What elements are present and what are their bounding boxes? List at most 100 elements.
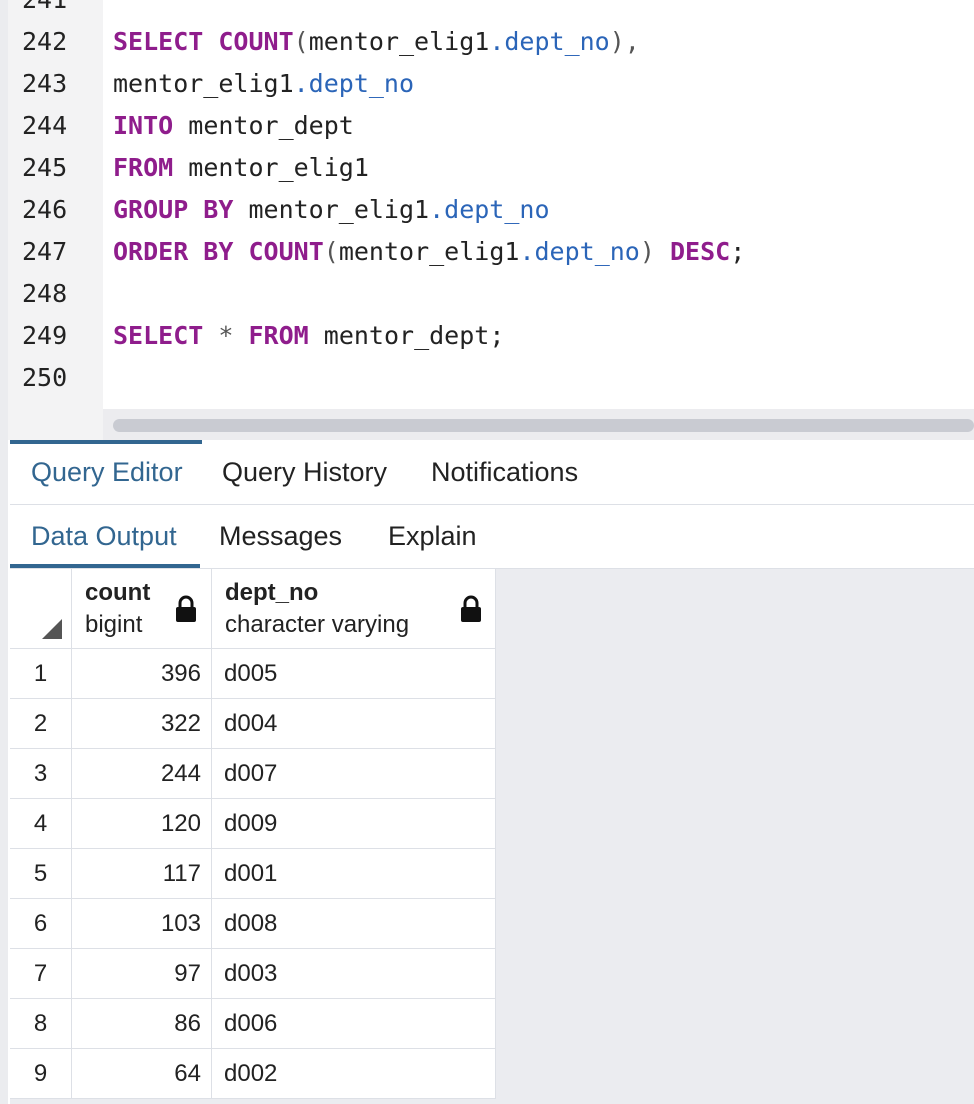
sql-token: mentor_elig1 (338, 237, 520, 266)
sql-token: ), (609, 27, 640, 56)
sql-column-ref: .dept_no (519, 237, 640, 266)
code-text[interactable]: ORDER BY COUNT(mentor_elig1.dept_no) DES… (113, 231, 745, 273)
tab-explain[interactable]: Explain (388, 505, 477, 568)
code-text[interactable]: SELECT * FROM mentor_dept; (113, 315, 504, 357)
code-text[interactable]: mentor_elig1.dept_no (113, 63, 414, 105)
cell-dept-no[interactable]: d006 (212, 999, 496, 1049)
line-number: 247 (22, 237, 68, 266)
line-number: 249 (22, 321, 68, 350)
sql-token: mentor_dept; (308, 321, 505, 350)
sql-keyword: SELECT (113, 27, 204, 56)
line-number: 242 (22, 27, 68, 56)
sql-keyword: ORDER BY (113, 237, 234, 266)
sql-token: ( (323, 237, 339, 266)
query-panel-tabs: Query Editor Query History Notifications (10, 440, 974, 505)
sql-token: mentor_dept (173, 111, 354, 140)
tab-messages[interactable]: Messages (219, 505, 342, 568)
column-header-dept-no[interactable]: dept_no character varying (212, 569, 496, 649)
tab-query-history[interactable]: Query History (222, 440, 387, 504)
cell-count[interactable]: 86 (72, 999, 212, 1049)
sql-token: mentor_elig1 (233, 195, 430, 224)
left-border (0, 0, 8, 1104)
cell-dept-no[interactable]: d005 (212, 649, 496, 699)
cell-count[interactable]: 64 (72, 1049, 212, 1099)
code-text[interactable]: FROM mentor_elig1 (113, 147, 369, 189)
column-type: bigint (85, 611, 143, 638)
line-number: 241 (22, 0, 82, 21)
row-number[interactable]: 9 (10, 1049, 72, 1099)
tab-notifications[interactable]: Notifications (431, 440, 578, 504)
row-number[interactable]: 3 (10, 749, 72, 799)
cell-count[interactable]: 120 (72, 799, 212, 849)
row-number[interactable]: 8 (10, 999, 72, 1049)
sql-keyword: FROM (113, 153, 174, 182)
row-number[interactable]: 6 (10, 899, 72, 949)
line-number: 243 (22, 69, 68, 98)
sql-keyword: COUNT (248, 237, 324, 266)
sql-column-ref: .dept_no (489, 27, 610, 56)
row-number[interactable]: 5 (10, 849, 72, 899)
line-number: 248 (22, 279, 68, 308)
row-number[interactable]: 7 (10, 949, 72, 999)
grid-corner-cell[interactable] (10, 569, 72, 649)
column-type: character varying (225, 611, 410, 638)
active-tab-indicator (10, 564, 200, 568)
sql-keyword: SELECT (113, 321, 204, 350)
sql-token: ; (730, 237, 746, 266)
column-header-count[interactable]: count bigint (72, 569, 212, 649)
lock-icon (461, 595, 481, 622)
sql-token: mentor_elig1 (113, 69, 294, 98)
column-name: count (85, 579, 151, 606)
sql-token: mentor_elig1 (173, 153, 369, 182)
sql-token: mentor_elig1 (308, 27, 490, 56)
cell-dept-no[interactable]: d004 (212, 699, 496, 749)
row-number[interactable]: 4 (10, 799, 72, 849)
column-name: dept_no (225, 579, 319, 606)
line-number: 245 (22, 153, 68, 182)
cell-count[interactable]: 322 (72, 699, 212, 749)
cell-count[interactable]: 103 (72, 899, 212, 949)
active-tab-indicator (10, 440, 202, 444)
sql-token: ( (293, 27, 309, 56)
cell-dept-no[interactable]: d001 (212, 849, 496, 899)
line-number: 250 (22, 363, 68, 392)
sql-keyword: GROUP BY (113, 195, 234, 224)
line-number: 246 (22, 195, 68, 224)
sql-token: ) (639, 237, 655, 266)
tab-data-output[interactable]: Data Output (31, 505, 177, 568)
tab-query-editor[interactable]: Query Editor (31, 440, 183, 504)
horizontal-scrollbar-thumb[interactable] (113, 419, 974, 432)
sql-keyword: DESC (669, 237, 731, 266)
sql-token: * (218, 321, 234, 350)
cell-dept-no[interactable]: d009 (212, 799, 496, 849)
cell-count[interactable]: 244 (72, 749, 212, 799)
sql-editor[interactable]: 241242SELECT COUNT(mentor_elig1.dept_no)… (0, 0, 974, 440)
sql-column-ref: .dept_no (429, 195, 550, 224)
lock-icon (176, 595, 196, 622)
row-number[interactable]: 2 (10, 699, 72, 749)
sql-column-ref: .dept_no (293, 69, 415, 98)
cell-dept-no[interactable]: d003 (212, 949, 496, 999)
code-text[interactable]: SELECT COUNT(mentor_elig1.dept_no), (113, 21, 640, 63)
code-text[interactable]: INTO mentor_dept (113, 105, 354, 147)
output-tabs: Data Output Messages Explain (10, 505, 974, 569)
data-output-grid: count bigint dept_no character varying 1… (10, 569, 974, 1104)
line-number: 244 (22, 111, 68, 140)
cell-count[interactable]: 117 (72, 849, 212, 899)
cell-dept-no[interactable]: d008 (212, 899, 496, 949)
sql-keyword: FROM (248, 321, 309, 350)
cell-dept-no[interactable]: d002 (212, 1049, 496, 1099)
cell-count[interactable]: 396 (72, 649, 212, 699)
row-number[interactable]: 1 (10, 649, 72, 699)
select-all-triangle-icon (42, 619, 62, 639)
sql-keyword: COUNT (218, 27, 294, 56)
cell-dept-no[interactable]: d007 (212, 749, 496, 799)
code-text[interactable]: GROUP BY mentor_elig1.dept_no (113, 189, 550, 231)
sql-keyword: INTO (113, 111, 174, 140)
cell-count[interactable]: 97 (72, 949, 212, 999)
